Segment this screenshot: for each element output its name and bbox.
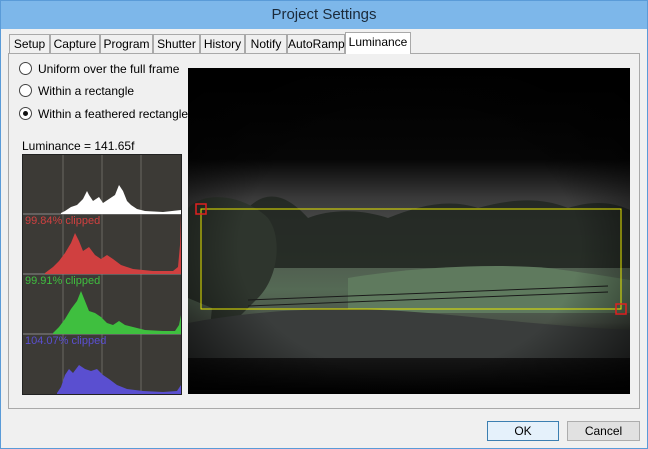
tab-shutter[interactable]: Shutter: [153, 34, 200, 53]
title-bar[interactable]: Project Settings: [1, 1, 647, 29]
red-clipped-label: 99.84% clipped: [25, 215, 101, 227]
radio-rectangle-label[interactable]: Within a rectangle: [38, 83, 134, 99]
preview-image: [188, 68, 630, 394]
histogram-blue: [57, 365, 181, 394]
tab-setup[interactable]: Setup: [9, 34, 50, 53]
tab-autoramp[interactable]: AutoRamp: [287, 34, 345, 53]
tab-notify[interactable]: Notify: [245, 34, 287, 53]
histogram-green: [53, 291, 181, 334]
tab-program[interactable]: Program: [100, 34, 153, 53]
luminance-value: Luminance = 141.65f: [22, 139, 135, 153]
green-clipped-label: 99.91% clipped: [25, 275, 101, 287]
radio-rectangle-indicator[interactable]: [19, 84, 32, 97]
tab-capture[interactable]: Capture: [50, 34, 100, 53]
blue-clipped-label: 104.07% clipped: [25, 335, 107, 347]
ok-button[interactable]: OK: [487, 421, 559, 441]
preview-vignette: [188, 68, 630, 394]
radio-feathered-indicator[interactable]: [19, 107, 32, 120]
tab-history[interactable]: History: [200, 34, 245, 53]
histogram-luminance: [61, 185, 181, 214]
image-preview[interactable]: [188, 68, 630, 394]
radio-uniform-label[interactable]: Uniform over the full frame: [38, 61, 179, 77]
radio-feathered-label[interactable]: Within a feathered rectangle: [38, 106, 188, 122]
histogram-panel: 99.84% clipped 99.91% clipped 104.07% cl…: [22, 154, 182, 395]
cancel-button[interactable]: Cancel: [567, 421, 640, 441]
luminance-panel: Uniform over the full frame Within a rec…: [8, 53, 640, 409]
radio-uniform-indicator[interactable]: [19, 62, 32, 75]
project-settings-window: Project Settings Setup Capture Program S…: [0, 0, 648, 449]
tab-luminance[interactable]: Luminance: [345, 32, 411, 54]
tab-strip: Setup Capture Program Shutter History No…: [9, 32, 648, 54]
window-title: Project Settings: [271, 6, 377, 23]
